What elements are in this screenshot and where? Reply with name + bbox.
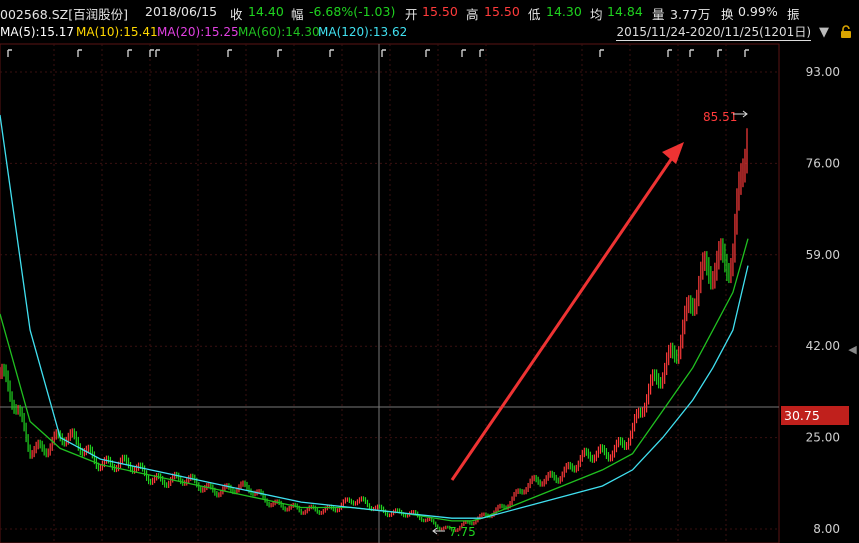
series-line-0 [0,238,749,522]
y-tick-label-2: 59.00 [806,248,840,262]
event-marker-12 [599,49,604,57]
kline-chart[interactable]: 93.00 76.00 59.00 42.00 25.00 8.00 85.51 7.75 [0,0,859,543]
ma120-legend: MA(120):13.62 [318,25,408,39]
change-value: -6.68%(-1.03) [309,4,396,19]
open-label: 开 [405,7,418,22]
avg-value: 14.84 [607,4,643,19]
trend-arrow-shaft [450,157,674,481]
event-marker-2 [127,49,132,57]
quote-date: 2018/06/15 [145,4,218,19]
event-marker-4 [155,49,160,57]
ma5-legend: MA(5):15.17 [0,25,74,39]
event-marker-13 [667,49,672,57]
y-axis: 93.00 76.00 59.00 42.00 25.00 8.00 [806,65,840,536]
lock-icon[interactable] [839,25,853,39]
event-marker-1 [77,49,82,57]
dropdown-triangle-icon[interactable]: ▼ [819,25,829,40]
event-marker-6 [277,49,282,57]
turnover-label: 换 [721,7,734,22]
ma10-legend: MA(10):15.41 [76,25,158,39]
avg-label: 均 [590,7,603,22]
volume-value: 3.77万 [670,7,711,22]
event-marker-11 [479,49,484,57]
current-price-tag: 30.75 [781,406,849,425]
y-tick-label-0: 93.00 [806,65,840,79]
event-marker-0 [7,49,12,57]
amplitude-label: 振 [787,7,800,22]
y-tick-label-3: 42.00 [806,339,840,353]
high-value: 15.50 [484,4,520,19]
y-tick-label-1: 76.00 [806,156,840,170]
event-marker-10 [461,49,466,57]
event-marker-9 [425,49,430,57]
low-value: 14.30 [546,4,582,19]
date-range-text[interactable]: 2015/11/24-2020/11/25(1201日) [616,23,811,41]
trend-arrow-head [662,142,684,164]
high-annotation: 85.51 [703,110,737,124]
y-tick-label-5: 8.00 [813,522,840,536]
quote-header: 002568.SZ[百润股份] 2018/06/15 收 14.40 幅 -6.… [0,0,859,22]
ma60-legend: MA(60):14.30 [238,25,320,39]
event-marker-8 [381,49,386,57]
series-line-1 [0,114,749,519]
event-marker-7 [329,49,334,57]
event-marker-14 [689,49,694,57]
stock-code: 002568.SZ[百润股份] [0,7,128,22]
volume-label: 量 [652,7,665,22]
change-label: 幅 [291,7,304,22]
ma20-legend: MA(20):15.25 [157,25,239,39]
ma-lines [0,114,749,522]
event-marker-16 [744,49,749,57]
close-value: 14.40 [248,4,284,19]
price-bars [0,128,748,533]
scroll-left-icon[interactable]: ◀ [846,340,859,360]
turnover-value: 0.99% [738,4,778,19]
low-label: 低 [528,7,541,22]
y-tick-label-4: 25.00 [806,431,840,445]
low-annotation: 7.75 [449,525,476,539]
event-marker-3 [149,49,154,57]
open-value: 15.50 [422,4,458,19]
close-label: 收 [230,7,243,22]
high-label: 高 [466,7,479,22]
event-marker-15 [717,49,722,57]
date-range-selector[interactable]: 2015/11/24-2020/11/25(1201日) ▼ [616,22,859,42]
event-marker-5 [227,49,232,57]
